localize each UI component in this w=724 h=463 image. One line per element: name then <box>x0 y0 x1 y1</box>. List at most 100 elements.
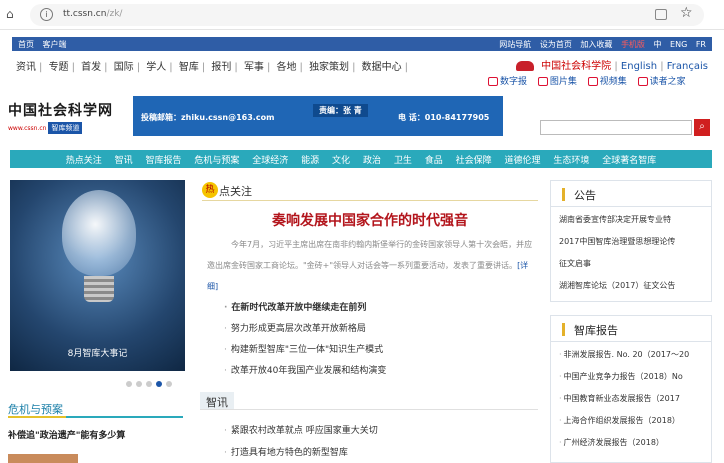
notice-list: 湖南省委宣传部决定开展专业特 2017中国智库治理暨思想理论传 征文启事 湖湘智… <box>551 207 711 299</box>
carousel-dot[interactable] <box>146 381 152 387</box>
site-logo[interactable]: 中国社会科学网 www.cssn.cn 智库频道 <box>8 100 113 140</box>
channel-energy[interactable]: 能源 <box>301 153 319 166</box>
english-link[interactable]: English <box>621 61 657 72</box>
channel-economy[interactable]: 全球经济 <box>252 153 288 166</box>
list-item[interactable]: 打造具有地方特色的新型智库 <box>224 445 534 463</box>
list-item[interactable]: 中国教育新业态发展报告（2017 <box>559 390 711 412</box>
nav-item-guoji[interactable]: 国际 <box>114 62 134 73</box>
channel-social[interactable]: 社会保障 <box>456 153 492 166</box>
list-item[interactable]: 非洲发展报告. No. 20（2017～20 <box>559 346 711 368</box>
channel-politics[interactable]: 政治 <box>363 153 381 166</box>
list-item[interactable]: 上海合作组织发展报告（2018） <box>559 412 711 434</box>
crisis-section-title[interactable]: 危机与预案 <box>8 401 63 417</box>
francais-link[interactable]: Français <box>667 61 708 72</box>
channel-reports[interactable]: 智库报告 <box>145 153 181 166</box>
list-item[interactable]: 紧跟农村改革就点 呼应国家重大关切 <box>224 423 534 445</box>
topbar-home-link[interactable]: 首页 <box>18 40 34 49</box>
list-item[interactable]: 努力形成更高层次改革开放新格局 <box>224 321 534 342</box>
list-item[interactable]: 2017中国智库治理暨思想理论传 <box>559 233 711 255</box>
list-item[interactable]: 广州经济发展报告（2018） <box>559 434 711 456</box>
channel-health[interactable]: 卫生 <box>394 153 412 166</box>
channel-ethics[interactable]: 道德伦理 <box>505 153 541 166</box>
list-item[interactable]: 湖南省委宣传部决定开展专业特 <box>559 211 711 233</box>
channel-hot[interactable]: 热点关注 <box>66 153 102 166</box>
headline-summary: 今年7月，习近平主席出席在南非约翰内斯堡举行的金砖国家领导人第十次会晤，并应邀出… <box>207 234 533 297</box>
notice-title: 公告 <box>574 189 596 202</box>
topbar-sitemap-link[interactable]: 网站导航 <box>499 40 531 49</box>
banner-editor: 责编：张 青 <box>313 104 368 117</box>
topbar-mobile-link[interactable]: 手机版 <box>621 40 645 49</box>
reader-icon <box>637 77 648 86</box>
home-icon[interactable]: ⌂ <box>6 7 14 21</box>
video-link[interactable]: 视频集 <box>587 77 627 87</box>
tab-zhixun[interactable]: 智讯 <box>200 392 234 409</box>
carousel-dots <box>126 379 176 390</box>
channel-global-thinktanks[interactable]: 全球著名智库 <box>602 153 656 166</box>
photo-gallery-link[interactable]: 图片集 <box>537 77 577 87</box>
topbar-lang-en[interactable]: ENG <box>670 40 687 49</box>
list-item[interactable]: 在新时代改革开放中继续走在前列 <box>224 300 534 321</box>
crisis-article-link[interactable]: 补偿追"政治遗产"能有多少算 <box>8 428 125 441</box>
headline-link[interactable]: 奏响发展中国家合作的时代强音 <box>202 210 538 230</box>
address-bar[interactable]: i tt.cssn.cn/zk/ ☆ <box>30 4 704 26</box>
sub-nav: 数字报 图片集 视频集 读者之家 <box>480 74 712 88</box>
video-icon <box>587 77 598 86</box>
topbar-set-home-link[interactable]: 设为首页 <box>540 40 572 49</box>
reader-view-icon[interactable] <box>655 9 667 20</box>
main-nav: 资讯 | 专题 | 首发 | 国际 | 学人 | 智库 | 报刊 | 军事 | 各地 | 独家策划… <box>16 61 708 73</box>
channel-badge: 智库频道 <box>48 122 83 134</box>
banner-email: 投稿邮箱：zhiku.cssn@163.com <box>141 113 275 122</box>
logo-url: www.cssn.cn <box>8 125 47 132</box>
url-text[interactable]: tt.cssn.cn/zk/ <box>63 9 122 19</box>
contact-banner: 投稿邮箱：zhiku.cssn@163.com 责编：张 青 电 话：010-8… <box>133 96 503 136</box>
list-item[interactable]: 构建新型智库"三位一体"知识生产模式 <box>224 342 534 363</box>
channel-ecology[interactable]: 生态环境 <box>553 153 589 166</box>
info-icon[interactable]: i <box>40 8 53 21</box>
nav-item-gedi[interactable]: 各地 <box>277 62 297 73</box>
cass-link[interactable]: 中国社会科学院 <box>541 61 611 72</box>
carousel-dot[interactable] <box>166 381 172 387</box>
nav-item-dujia[interactable]: 独家策划 <box>309 62 349 73</box>
hot-section-title: 点关注 <box>219 185 252 198</box>
topbar-client-link[interactable]: 客户端 <box>43 40 67 49</box>
carousel-dot-active[interactable] <box>156 381 162 387</box>
digital-paper-link[interactable]: 数字报 <box>488 77 527 87</box>
crisis-thumbnail[interactable] <box>8 454 78 463</box>
nav-item-shoufa[interactable]: 首发 <box>81 62 101 73</box>
list-item[interactable]: 征文启事 <box>559 255 711 277</box>
nav-item-zhiku[interactable]: 智库 <box>179 62 199 73</box>
nav-item-zixun[interactable]: 资讯 <box>16 62 36 73</box>
nav-item-xueren[interactable]: 学人 <box>146 62 166 73</box>
nav-item-zhuanti[interactable]: 专题 <box>49 62 69 73</box>
channel-zhixun[interactable]: 智讯 <box>115 153 133 166</box>
nav-item-junshi[interactable]: 军事 <box>244 62 264 73</box>
logo-title: 中国社会科学网 <box>8 103 113 119</box>
readers-home-label: 读者之家 <box>649 77 686 87</box>
carousel-dot[interactable] <box>126 381 132 387</box>
hero-caption: 8月智库大事记 <box>67 349 128 359</box>
search-button[interactable]: ⌕ <box>694 119 710 136</box>
topbar-lang-cn[interactable]: 中 <box>653 40 661 49</box>
topbar-favorite-link[interactable]: 加入收藏 <box>580 40 612 49</box>
list-item[interactable]: 湖湘智库论坛（2017）征文公告 <box>559 277 711 299</box>
hero-carousel[interactable]: 8月智库大事记 <box>10 180 185 371</box>
nav-item-baokan[interactable]: 报刊 <box>211 62 231 73</box>
list-item[interactable]: 改革开放40年我国产业发展和结构演变 <box>224 363 534 384</box>
channel-crisis[interactable]: 危机与预案 <box>194 153 239 166</box>
readers-home-link[interactable]: 读者之家 <box>637 77 686 87</box>
channel-culture[interactable]: 文化 <box>332 153 350 166</box>
carousel-dot[interactable] <box>136 381 142 387</box>
reports-panel: 智库报告 非洲发展报告. No. 20（2017～20 中国产业竞争力报告（20… <box>550 315 712 463</box>
list-item[interactable]: 中国产业竞争力报告（2018）No <box>559 368 711 390</box>
reports-list: 非洲发展报告. No. 20（2017～20 中国产业竞争力报告（2018）No… <box>551 342 711 456</box>
bookmark-star-icon[interactable]: ☆ <box>680 5 693 21</box>
hot-news-list: 在新时代改革开放中继续走在前列 努力形成更高层次改革开放新格局 构建新型智库"三… <box>224 300 534 384</box>
site-topbar: 首页 客户端 网站导航 设为首页 加入收藏 手机版 中 ENG FR <box>12 37 712 51</box>
nav-item-shuju[interactable]: 数据中心 <box>362 62 402 73</box>
digital-paper-label: 数字报 <box>500 77 528 87</box>
video-label: 视频集 <box>599 77 627 87</box>
channel-food[interactable]: 食品 <box>425 153 443 166</box>
topbar-lang-fr[interactable]: FR <box>696 40 706 49</box>
search-input[interactable] <box>540 120 692 135</box>
zhixun-divider <box>200 409 538 410</box>
